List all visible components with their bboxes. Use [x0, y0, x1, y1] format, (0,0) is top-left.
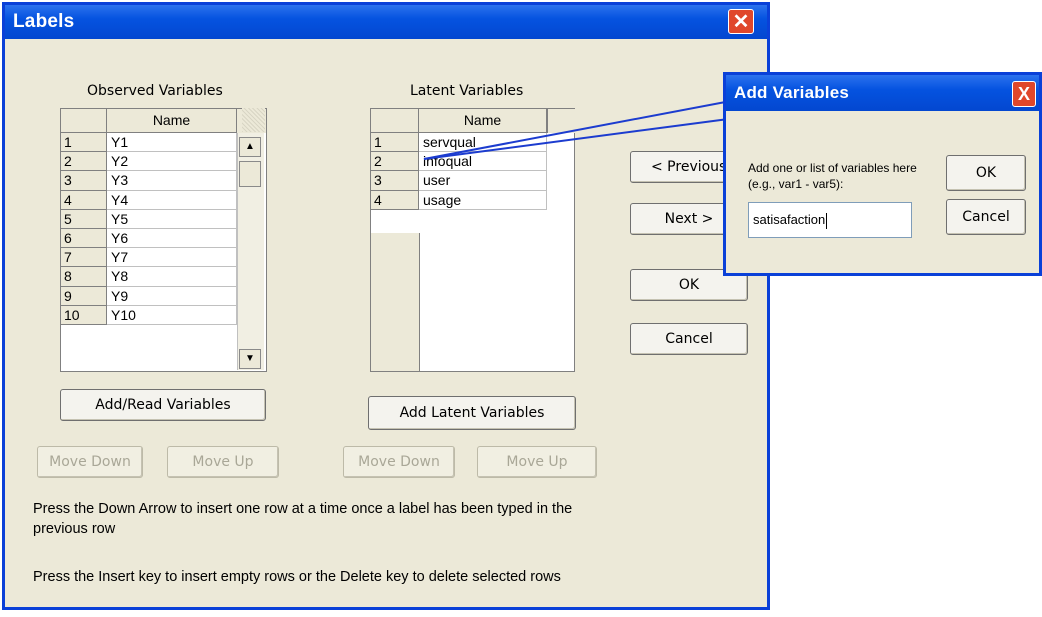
add-variables-titlebar[interactable]: Add Variables X [726, 75, 1039, 111]
close-icon[interactable]: X [1012, 81, 1036, 107]
add-variables-title: Add Variables [734, 83, 850, 102]
add-variables-dialog: Add Variables X Add one or list of varia… [723, 72, 1042, 276]
add-variables-ok-button[interactable]: OK [946, 155, 1026, 191]
variables-input-value: satisafaction [753, 212, 826, 227]
text-caret [826, 212, 828, 229]
add-variables-prompt-line1: Add one or list of variables here [748, 161, 917, 175]
add-variables-prompt-line2: (e.g., var1 - var5): [748, 177, 844, 191]
add-variables-cancel-button[interactable]: Cancel [946, 199, 1026, 235]
variables-input[interactable]: satisafaction [748, 202, 912, 238]
